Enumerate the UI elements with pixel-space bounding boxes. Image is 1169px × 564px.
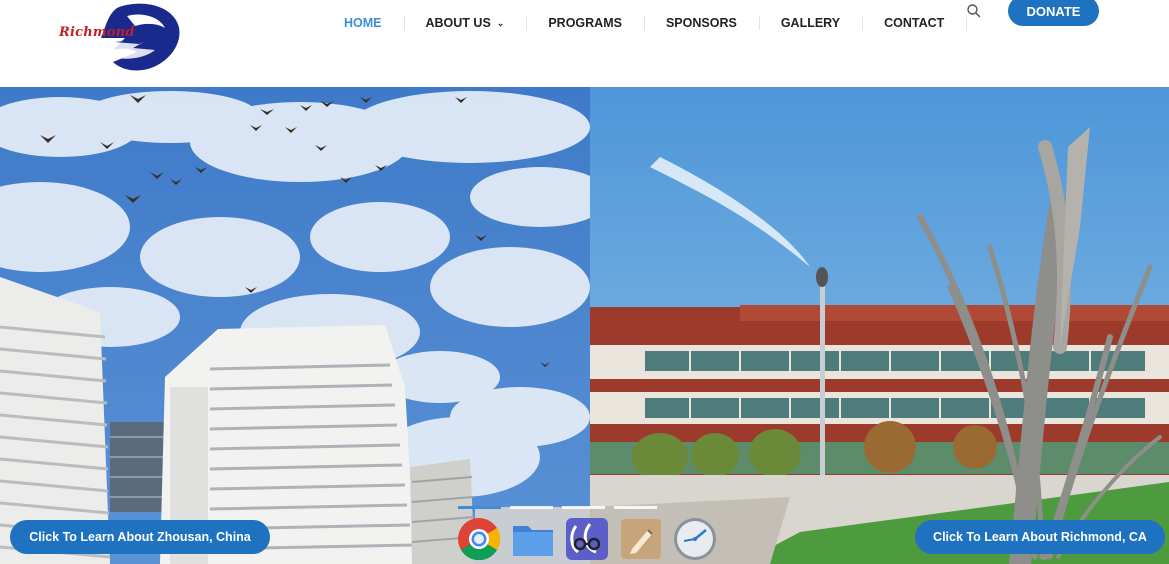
slider-indicators (458, 506, 657, 509)
zhousan-photo (0, 87, 590, 564)
nav-home[interactable]: HOME (322, 0, 404, 46)
app-dock (456, 515, 718, 563)
richmond-cta-button[interactable]: Click To Learn About Richmond, CA (915, 520, 1165, 554)
nav-gallery-label: GALLERY (780, 16, 841, 30)
chevron-down-icon: ⌄ (496, 17, 505, 28)
main-nav: HOME ABOUT US ⌄ PROGRAMS SPONSORS GALLERY… (322, 0, 968, 46)
slider-dot-4[interactable] (614, 506, 657, 509)
richmond-photo (590, 87, 1169, 564)
site-logo[interactable]: Richmond (55, 2, 185, 72)
hero-slider (0, 87, 1169, 564)
nav-about-us-label: ABOUT US (425, 16, 491, 30)
slider-dot-2[interactable] (510, 506, 553, 509)
slider-dot-3[interactable] (562, 506, 605, 509)
nav-programs[interactable]: PROGRAMS (526, 0, 644, 46)
donate-button[interactable]: DONATE (1008, 0, 1099, 26)
glasses-app-icon[interactable] (564, 516, 610, 562)
logo-text: Richmond (59, 25, 135, 40)
nav-sponsors-label: SPONSORS (665, 16, 737, 30)
nav-contact[interactable]: CONTACT (862, 0, 966, 46)
nav-sponsors[interactable]: SPONSORS (643, 0, 759, 46)
nav-gallery[interactable]: GALLERY (758, 0, 862, 46)
slider-dot-1[interactable] (458, 506, 501, 509)
search-icon[interactable] (966, 3, 982, 19)
nav-about-us[interactable]: ABOUT US ⌄ (403, 0, 527, 46)
chrome-icon[interactable] (456, 516, 502, 562)
nav-programs-label: PROGRAMS (548, 16, 622, 30)
nav-home-label: HOME (344, 16, 382, 30)
zhousan-cta-button[interactable]: Click To Learn About Zhousan, China (10, 520, 270, 554)
files-folder-icon[interactable] (510, 516, 556, 562)
nav-contact-label: CONTACT (884, 16, 945, 30)
site-header: Richmond HOME ABOUT US ⌄ PROGRAMS SPONSOR… (0, 0, 1169, 87)
clock-icon[interactable] (672, 516, 718, 562)
text-editor-icon[interactable] (618, 516, 664, 562)
nav-divider (966, 17, 968, 31)
